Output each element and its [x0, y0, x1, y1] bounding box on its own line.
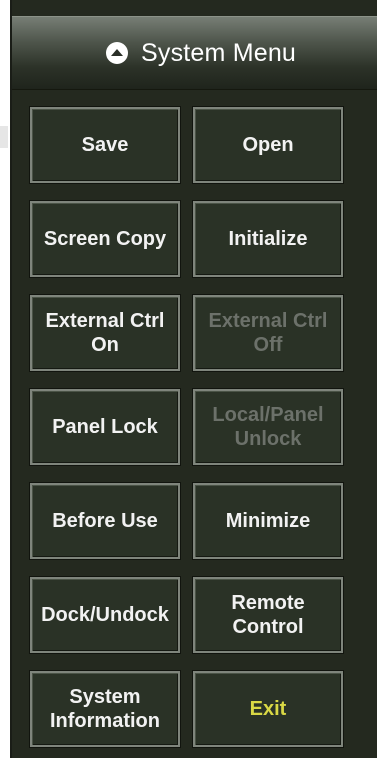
dock-undock-button[interactable]: Dock/Undock: [30, 577, 180, 653]
header-title-group[interactable]: System Menu: [106, 35, 296, 71]
screen-copy-button[interactable]: Screen Copy: [30, 201, 180, 277]
system-menu-header[interactable]: System Menu: [12, 16, 377, 90]
screen: System Menu Save Open Screen Copy Initia…: [0, 0, 377, 758]
initialize-button[interactable]: Initialize: [193, 201, 343, 277]
exit-button[interactable]: Exit: [193, 671, 343, 747]
save-button[interactable]: Save: [30, 107, 180, 183]
external-ctrl-off-button: External Ctrl Off: [193, 295, 343, 371]
minimize-button[interactable]: Minimize: [193, 483, 343, 559]
chevron-up-circle-icon[interactable]: [106, 42, 128, 64]
menu-title: System Menu: [141, 38, 297, 67]
local-panel-unlock-button: Local/Panel Unlock: [193, 389, 343, 465]
external-ctrl-on-button[interactable]: External Ctrl On: [30, 295, 180, 371]
remote-control-button[interactable]: Remote Control: [193, 577, 343, 653]
before-use-button[interactable]: Before Use: [30, 483, 180, 559]
system-information-button[interactable]: System Information: [30, 671, 180, 747]
open-button[interactable]: Open: [193, 107, 343, 183]
panel-lock-button[interactable]: Panel Lock: [30, 389, 180, 465]
window-edge: [0, 126, 8, 148]
